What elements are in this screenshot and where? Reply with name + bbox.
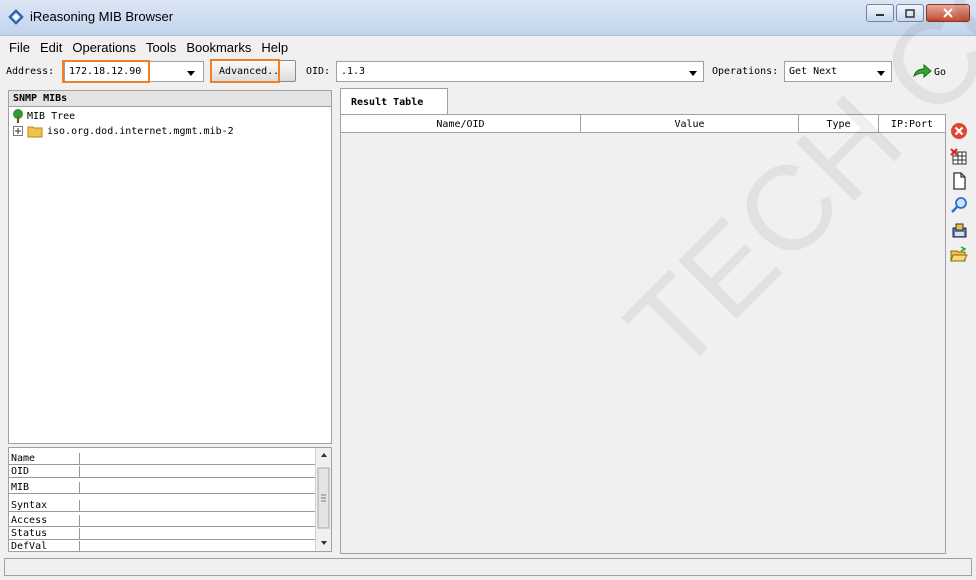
export-icon[interactable] [950, 222, 968, 240]
tree-child-node[interactable]: iso.org.dod.internet.mgmt.mib-2 [13, 124, 234, 138]
scrollbar-arrows-icon [317, 453, 330, 545]
prop-row-syntax: Syntax [9, 500, 315, 512]
prop-key: Syntax [11, 500, 48, 511]
tree-child-label: iso.org.dod.internet.mgmt.mib-2 [47, 125, 234, 137]
address-dropdown-icon[interactable] [187, 71, 195, 76]
prop-row-mib: MIB [9, 482, 315, 494]
column-header-name-oid[interactable]: Name/OID [341, 115, 581, 133]
open-folder-icon[interactable] [950, 246, 968, 264]
prop-key: Access [11, 515, 48, 526]
snmp-mibs-title: SNMP MIBs [13, 93, 68, 104]
address-highlight [62, 60, 150, 83]
column-ip-port-label: IP:Port [890, 119, 934, 130]
column-header-ip-port[interactable]: IP:Port [879, 115, 945, 133]
menu-edit[interactable]: Edit [35, 40, 67, 55]
column-type-label: Type [826, 119, 851, 130]
menu-bar: File Edit Operations Tools Bookmarks Hel… [0, 36, 976, 58]
advanced-highlight [210, 59, 280, 83]
operations-dropdown-icon[interactable] [877, 71, 885, 76]
folder-icon [27, 126, 43, 138]
operations-label: Operations: [712, 66, 779, 77]
result-table[interactable]: Name/OID Value Type IP:Port [340, 114, 946, 554]
properties-scrollbar[interactable] [315, 448, 331, 551]
stop-icon[interactable] [950, 122, 968, 140]
go-label: Go [934, 66, 947, 78]
menu-file[interactable]: File [4, 40, 35, 55]
column-header-type[interactable]: Type [799, 115, 879, 133]
tree-root-label: MIB Tree [27, 110, 76, 122]
oid-dropdown-icon[interactable] [689, 71, 697, 76]
tree-icon [13, 109, 23, 123]
close-window-button[interactable] [926, 4, 970, 22]
maximize-button[interactable] [896, 4, 924, 22]
oid-combo[interactable]: .1.3 [336, 61, 704, 82]
clear-table-icon[interactable] [950, 148, 968, 166]
expand-icon[interactable] [13, 126, 23, 136]
title-bar: iReasoning MIB Browser [0, 0, 976, 36]
prop-key: Status [11, 528, 48, 539]
prop-row-defval: DefVal [9, 541, 315, 552]
tab-result-table[interactable]: Result Table [340, 88, 448, 114]
menu-tools[interactable]: Tools [141, 40, 181, 55]
prop-row-oid: OID [9, 466, 315, 478]
menu-operations[interactable]: Operations [67, 40, 141, 55]
status-bar [4, 558, 972, 576]
result-tabs: Result Table [340, 86, 946, 114]
snmp-mibs-header: SNMP MIBs [8, 90, 332, 107]
prop-row-access: Access [9, 515, 315, 527]
go-arrow-icon [913, 64, 932, 79]
menu-help[interactable]: Help [256, 40, 293, 55]
find-icon[interactable] [950, 196, 968, 214]
new-document-icon[interactable] [950, 172, 968, 190]
maximize-icon [905, 8, 915, 18]
operations-value: Get Next [789, 66, 838, 77]
mib-tree[interactable]: MIB Tree iso.org.dod.internet.mgmt.mib-2 [8, 107, 332, 444]
prop-key: MIB [11, 482, 30, 493]
column-header-value[interactable]: Value [581, 115, 799, 133]
window-title: iReasoning MIB Browser [30, 9, 174, 24]
app-window: iReasoning MIB Browser File Edit Operati… [0, 0, 976, 580]
operations-select[interactable]: Get Next [784, 61, 892, 82]
column-name-oid-label: Name/OID [436, 119, 485, 130]
prop-key: DefVal [11, 541, 48, 552]
prop-key: OID [11, 466, 30, 477]
prop-row-status: Status [9, 528, 315, 540]
close-icon [943, 8, 953, 18]
app-logo-icon [8, 9, 24, 25]
tab-result-table-label: Result Table [351, 97, 424, 108]
minimize-icon [876, 14, 884, 16]
mib-properties: Name OID MIB Syntax Access Status DefVal [8, 447, 332, 552]
tree-root-node[interactable]: MIB Tree [11, 109, 75, 123]
go-button[interactable]: Go [912, 62, 960, 82]
result-table-header: Name/OID Value Type IP:Port [341, 115, 945, 133]
toolbar: Address: 172.18.12.90 Advanced.. OID: .1… [0, 58, 976, 86]
address-label: Address: [6, 66, 55, 77]
prop-row-name: Name [9, 453, 315, 465]
oid-label: OID: [306, 66, 331, 77]
oid-value: .1.3 [341, 66, 366, 77]
minimize-button[interactable] [866, 4, 894, 22]
menu-bookmarks[interactable]: Bookmarks [181, 40, 256, 55]
column-value-label: Value [674, 119, 705, 130]
prop-key: Name [11, 453, 36, 464]
